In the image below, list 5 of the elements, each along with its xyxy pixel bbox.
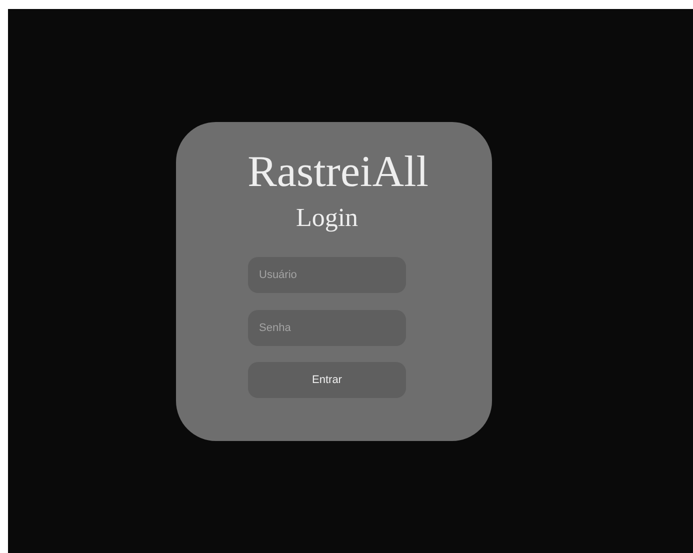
input-field[interactable]: Usuário	[248, 257, 406, 293]
app-title: RastreiAll	[248, 146, 428, 198]
input-field[interactable]: Senha	[248, 310, 406, 346]
submit-button[interactable]: Entrar	[248, 362, 406, 398]
login-heading: Login	[296, 202, 358, 234]
